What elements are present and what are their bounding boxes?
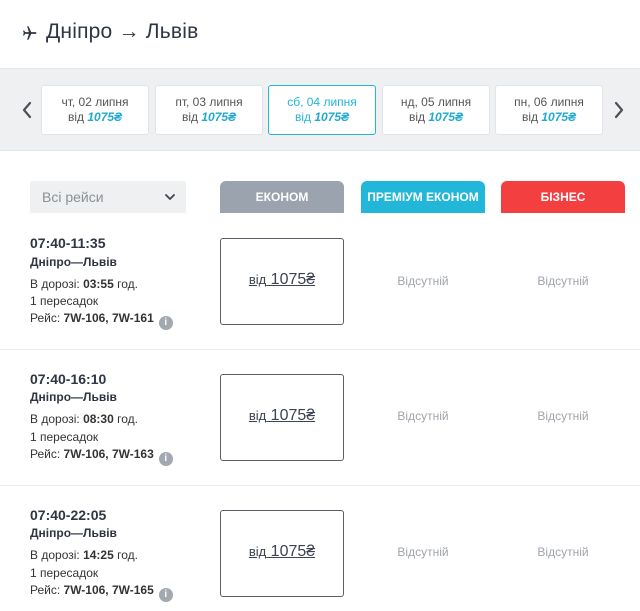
- date-price: від 1075₴: [294, 110, 350, 124]
- date-card-06[interactable]: пн, 06 липня від 1075₴: [495, 85, 603, 135]
- date-card-03[interactable]: пт, 03 липня від 1075₴: [155, 85, 263, 135]
- chevron-right-icon[interactable]: [612, 99, 626, 121]
- flights-filter-select[interactable]: Всі рейси: [30, 181, 186, 213]
- premium-unavailable: Відсутній: [397, 274, 449, 288]
- flight-numbers: Рейс: 7W-106, 7W-163 i: [30, 447, 173, 466]
- flight-row: 07:40-22:05 Дніпро—Львів В дорозі: 14:25…: [0, 485, 640, 611]
- flight-cities: Дніпро—Львів: [30, 390, 117, 404]
- date-selector: чт, 02 липня від 1075₴ пт, 03 липня від …: [0, 68, 640, 151]
- economy-price-button[interactable]: від 1075₴: [220, 510, 344, 597]
- economy-price-button[interactable]: від 1075₴: [220, 238, 344, 325]
- info-icon[interactable]: i: [158, 588, 173, 602]
- business-unavailable: Відсутній: [537, 409, 589, 423]
- route-title: Дніпро → Львів: [46, 20, 198, 44]
- chevron-down-icon: [165, 194, 175, 200]
- flight-time: 07:40-22:05: [30, 507, 107, 523]
- date-label: сб, 04 липня: [287, 95, 357, 109]
- chevron-left-icon[interactable]: [20, 99, 34, 121]
- flight-numbers: Рейс: 7W-106, 7W-161 i: [30, 311, 173, 330]
- plane-icon: [23, 26, 37, 40]
- economy-price-button[interactable]: від 1075₴: [220, 374, 344, 461]
- flight-row: 07:40-11:35 Дніпро—Львів В дорозі: 03:55…: [0, 214, 640, 350]
- date-label: пт, 03 липня: [175, 95, 243, 109]
- date-label: чт, 02 липня: [61, 95, 129, 109]
- date-price: від 1075₴: [408, 110, 464, 124]
- filter-value: Всі рейси: [42, 189, 104, 205]
- row-divider: [0, 485, 640, 486]
- tab-economy[interactable]: ЕКОНОМ: [220, 181, 344, 213]
- flight-numbers: Рейс: 7W-106, 7W-165 i: [30, 583, 173, 602]
- flight-stops: 1 пересадок: [30, 294, 99, 308]
- info-icon[interactable]: i: [158, 316, 173, 330]
- flight-cities: Дніпро—Львів: [30, 255, 117, 269]
- date-card-05[interactable]: нд, 05 липня від 1075₴: [382, 85, 490, 135]
- flight-stops: 1 пересадок: [30, 566, 99, 580]
- flight-duration: В дорозі: 03:55 год.: [30, 277, 138, 291]
- flight-row: 07:40-16:10 Дніпро—Львів В дорозі: 08:30…: [0, 349, 640, 485]
- flight-duration: В дорозі: 14:25 год.: [30, 548, 138, 562]
- flight-time: 07:40-16:10: [30, 371, 107, 387]
- flight-duration: В дорозі: 08:30 год.: [30, 412, 138, 426]
- business-unavailable: Відсутній: [537, 274, 589, 288]
- flight-cities: Дніпро—Львів: [30, 526, 117, 540]
- route-arrow: →: [118, 20, 140, 43]
- route-header: Дніпро → Львів: [0, 0, 640, 68]
- flight-stops: 1 пересадок: [30, 430, 99, 444]
- date-price: від 1075₴: [67, 110, 123, 124]
- tab-premium-economy[interactable]: ПРЕМІУМ ЕКОНОМ: [361, 181, 485, 213]
- date-price: від 1075₴: [181, 110, 237, 124]
- date-price: від 1075₴: [521, 110, 577, 124]
- date-label: пн, 06 липня: [514, 95, 584, 109]
- flight-time: 07:40-11:35: [30, 235, 106, 251]
- business-unavailable: Відсутній: [537, 545, 589, 559]
- date-card-04-selected[interactable]: сб, 04 липня від 1075₴: [268, 85, 376, 135]
- origin-city: Дніпро: [46, 20, 113, 43]
- date-card-02[interactable]: чт, 02 липня від 1075₴: [41, 85, 149, 135]
- row-divider: [0, 349, 640, 350]
- date-label: нд, 05 липня: [400, 95, 472, 109]
- info-icon[interactable]: i: [158, 452, 173, 466]
- destination-city: Львів: [145, 20, 199, 43]
- tab-business[interactable]: БІЗНЕС: [501, 181, 625, 213]
- premium-unavailable: Відсутній: [397, 409, 449, 423]
- premium-unavailable: Відсутній: [397, 545, 449, 559]
